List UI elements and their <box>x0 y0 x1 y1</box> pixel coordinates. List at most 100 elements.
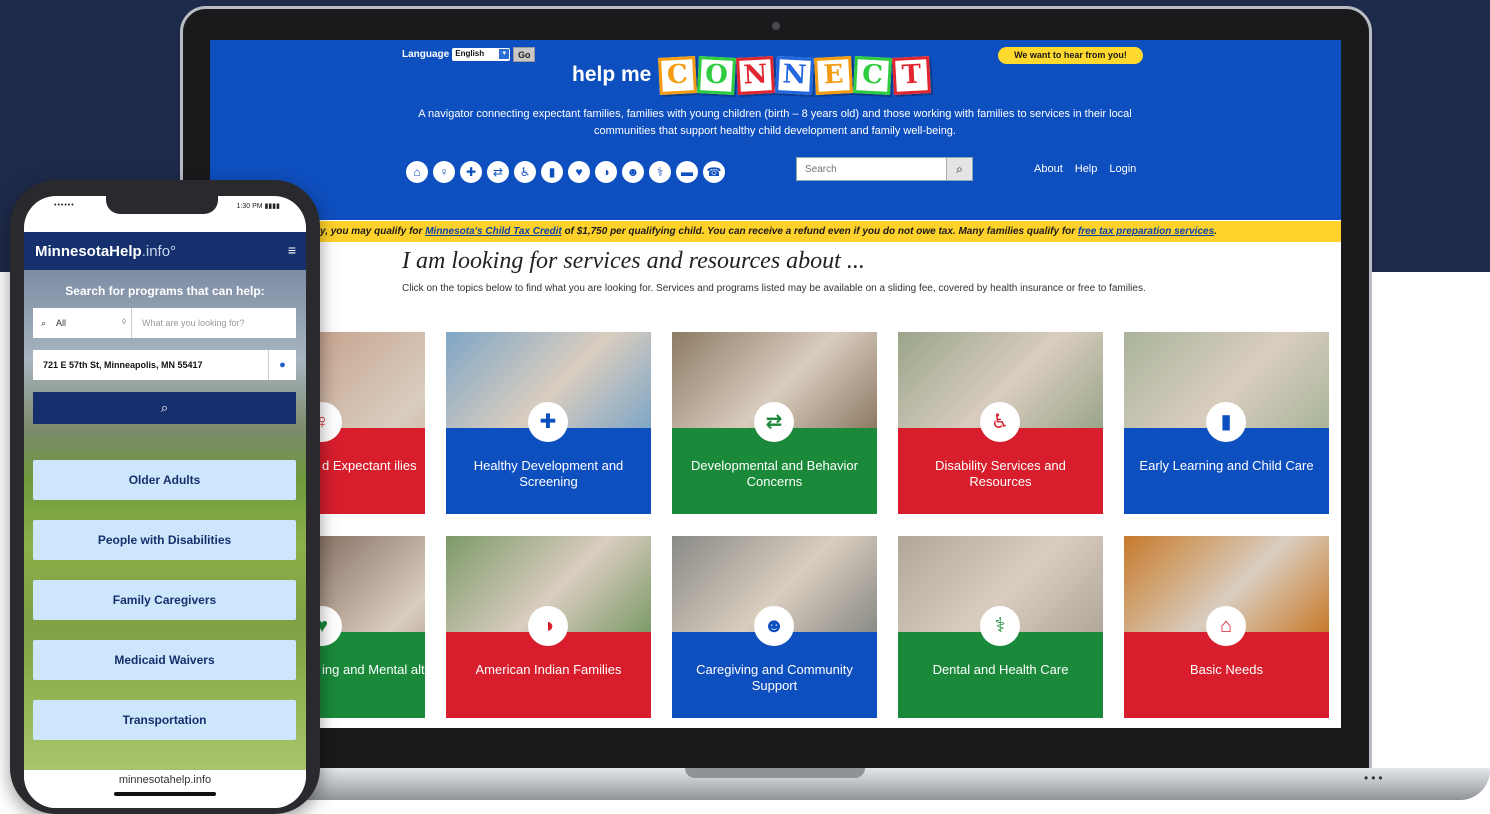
clock-text: 1:30 PM <box>236 203 263 210</box>
site-tagline: A navigator connecting expectant familie… <box>418 108 1132 137</box>
location-pin-icon[interactable]: ● <box>268 350 296 380</box>
tax-credit-alert: y, you may qualify for Minnesota's Child… <box>210 221 1341 242</box>
alert-middle: of $1,750 per qualifying child. You can … <box>561 226 1078 237</box>
phone-notch <box>106 196 218 214</box>
medicine-wheel-icon: ◑ <box>528 606 568 646</box>
topic-tile[interactable]: d Expectant ilies ♀ <box>320 332 425 514</box>
topic-label: ing and Mental alth <box>320 632 425 718</box>
language-value: English <box>455 48 485 58</box>
topic-label: d Expectant ilies <box>320 428 425 514</box>
brand-letter-block: T <box>892 55 932 95</box>
category-button[interactable]: Transportation <box>33 700 296 740</box>
topic-tiles-grid: d Expectant ilies ♀ Healthy Development an… <box>210 330 1341 720</box>
people-icon[interactable]: ☻ <box>622 161 644 183</box>
status-time: 1:30 PM ▮▮▮▮ <box>237 202 280 210</box>
brand-prefix: help me <box>572 63 652 86</box>
mobile-search-button[interactable]: ⌕ <box>33 392 296 424</box>
brand-letter-block: N <box>736 55 776 95</box>
phone-icon[interactable]: ☎ <box>703 161 725 183</box>
query-input[interactable]: What are you looking for? <box>132 308 296 338</box>
search-icon[interactable]: ⌕ <box>946 158 972 180</box>
brand-letter-block: C <box>658 55 698 95</box>
about-link[interactable]: About <box>1034 163 1063 175</box>
mobile-url-bar: minnesotahelp.info <box>24 770 306 808</box>
address-input[interactable]: 721 E 57th St, Minneapolis, MN 55417 <box>33 350 268 380</box>
health-icon: ✚ <box>528 402 568 442</box>
bed-icon[interactable]: ▬ <box>676 161 698 183</box>
phone-screen: •••••• 1:30 PM ▮▮▮▮ MinnesotaHelp.info° … <box>24 196 306 808</box>
pregnancy-icon[interactable]: ♀ <box>433 161 455 183</box>
mobile-search-label: Search for programs that can help: <box>65 284 265 298</box>
topic-icon-nav: ⌂ ♀ ✚ ⇄ ♿ ▮ ♥ ◑ ☻ ⚕ ▬ ☎ <box>406 161 725 183</box>
category-button[interactable]: Family Caregivers <box>33 580 296 620</box>
mobile-search-row: ⌕ All ◊ What are you looking for? <box>33 308 296 338</box>
topic-tile[interactable]: Caregiving and Community Support ☻ <box>672 536 877 718</box>
home-icon[interactable]: ⌂ <box>406 161 428 183</box>
language-selector: Language English ▾ Go <box>402 46 536 62</box>
laptop-screen: Language English ▾ Go help me CONNECT We… <box>210 40 1341 728</box>
brand-logo[interactable]: help me CONNECT <box>572 52 932 98</box>
language-go-button[interactable]: Go <box>513 46 536 62</box>
book-icon[interactable]: ▮ <box>541 161 563 183</box>
battery-icon: ▮▮▮▮ <box>264 203 280 210</box>
topic-tile[interactable]: ing and Mental alth ♥ <box>320 536 425 718</box>
child-tax-credit-link[interactable]: Minnesota's Child Tax Credit <box>425 226 561 237</box>
heart-icon[interactable]: ♥ <box>568 161 590 183</box>
topic-tile[interactable]: Healthy Development and Screening ✚ <box>446 332 651 514</box>
topic-tile[interactable]: American Indian Families ◑ <box>446 536 651 718</box>
help-link[interactable]: Help <box>1075 163 1098 175</box>
logo-light-text: .info° <box>141 243 177 260</box>
chevron-down-icon: ▾ <box>499 48 510 59</box>
logo-bold-text: MinnesotaHelp <box>35 243 142 260</box>
search-input[interactable] <box>797 158 946 180</box>
alert-suffix: . <box>1214 226 1217 237</box>
category-button[interactable]: Medicaid Waivers <box>33 640 296 680</box>
brand-letter-block: O <box>697 55 737 95</box>
book-icon: ▮ <box>1206 402 1246 442</box>
topic-tile[interactable]: Developmental and Behavior Concerns ⇄ <box>672 332 877 514</box>
brand-letter-block: E <box>814 55 854 95</box>
arrows-icon: ⇄ <box>754 402 794 442</box>
chevron-down-icon: ◊ <box>122 317 126 326</box>
category-select[interactable]: ⌕ All ◊ <box>33 308 132 338</box>
health-icon[interactable]: ✚ <box>460 161 482 183</box>
accessibility-icon[interactable]: ♿ <box>514 161 536 183</box>
brand-letter-blocks: CONNECT <box>658 55 932 95</box>
language-label: Language <box>402 48 450 60</box>
feedback-button[interactable]: We want to hear from you! <box>998 47 1143 64</box>
language-dropdown[interactable]: English ▾ <box>452 47 511 61</box>
arrows-icon[interactable]: ⇄ <box>487 161 509 183</box>
minnesotahelp-logo[interactable]: MinnesotaHelp.info° <box>35 243 176 260</box>
category-button[interactable]: People with Disabilities <box>33 520 296 560</box>
medicine-wheel-icon[interactable]: ◑ <box>595 161 617 183</box>
topic-tile[interactable]: Early Learning and Child Care ▮ <box>1124 332 1329 514</box>
brand-letter-block: C <box>853 55 893 95</box>
search-icon: ⌕ <box>41 317 47 328</box>
header-links: About Help Login <box>1034 163 1136 175</box>
category-value: All <box>56 318 67 328</box>
tooth-icon: ⚕ <box>980 606 1020 646</box>
category-button[interactable]: Older Adults <box>33 460 296 500</box>
laptop-hinge-notch <box>685 768 865 778</box>
signal-indicator: •••••• <box>54 202 75 209</box>
site-header: Language English ▾ Go help me CONNECT We… <box>210 40 1341 220</box>
home-indicator <box>114 792 216 796</box>
laptop-indicator-dots: ••• <box>1364 771 1386 785</box>
free-tax-prep-link[interactable]: free tax preparation services <box>1078 226 1214 237</box>
topic-tile[interactable]: Dental and Health Care ⚕ <box>898 536 1103 718</box>
hamburger-menu-icon[interactable]: ≡ <box>288 242 296 258</box>
brand-letter-block: N <box>775 55 815 95</box>
page-title: I am looking for services and resources … <box>402 248 865 274</box>
mobile-location-row: 721 E 57th St, Minneapolis, MN 55417 ● <box>33 350 296 380</box>
people-icon: ☻ <box>754 606 794 646</box>
laptop-camera <box>772 22 780 30</box>
bed-icon: ⌂ <box>1206 606 1246 646</box>
mobile-app-header: MinnesotaHelp.info° ≡ <box>24 232 306 270</box>
url-text: minnesotahelp.info <box>118 774 212 786</box>
search-icon: ⌕ <box>160 400 169 415</box>
login-link[interactable]: Login <box>1109 163 1136 175</box>
tooth-icon[interactable]: ⚕ <box>649 161 671 183</box>
topic-tile[interactable]: Basic Needs ⌂ <box>1124 536 1329 718</box>
topic-tile[interactable]: Disability Services and Resources ♿ <box>898 332 1103 514</box>
accessibility-icon: ♿ <box>980 402 1020 442</box>
